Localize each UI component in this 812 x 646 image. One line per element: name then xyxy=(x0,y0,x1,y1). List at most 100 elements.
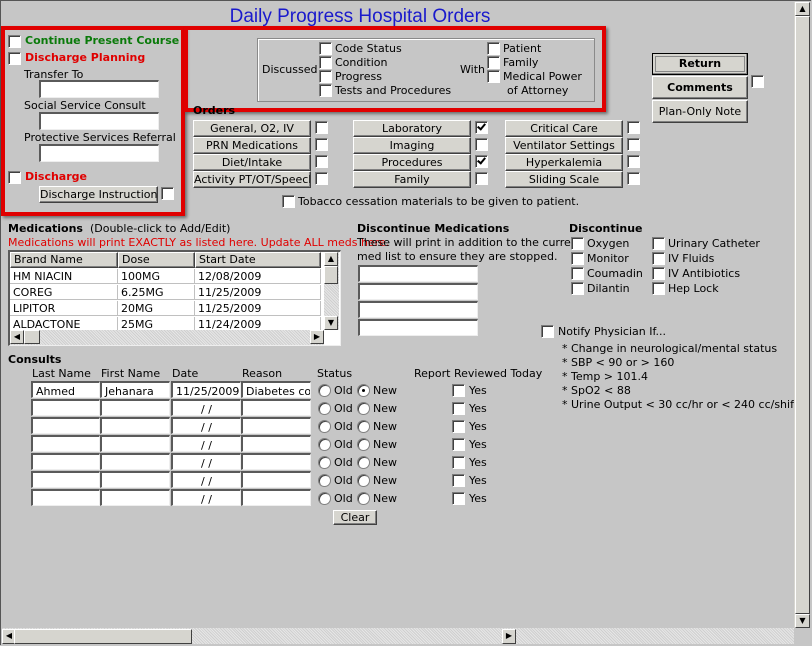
continue-present-course-checkbox[interactable] xyxy=(8,35,21,48)
scroll-down-icon[interactable]: ▼ xyxy=(324,316,338,330)
order-button[interactable]: Diet/Intake xyxy=(193,154,311,171)
order-button[interactable]: Imaging xyxy=(353,137,471,154)
order-checkbox[interactable] xyxy=(315,138,328,151)
consult-status-new-radio[interactable] xyxy=(357,420,370,433)
order-checkbox[interactable] xyxy=(475,121,488,134)
consults-clear-button[interactable]: Clear xyxy=(333,510,377,525)
order-checkbox[interactable] xyxy=(627,138,640,151)
discharge-planning-checkbox[interactable] xyxy=(8,52,21,65)
social-service-consult-input[interactable] xyxy=(39,112,159,130)
medication-cell[interactable]: 6.25MG xyxy=(118,285,195,300)
consult-reviewed-checkbox[interactable] xyxy=(452,402,465,415)
consult-date-input[interactable]: / / xyxy=(171,489,241,506)
discontinue-checkbox[interactable] xyxy=(652,237,665,250)
medications-list[interactable]: Brand Name Dose Start Date HM NIACIN 100MG 1… xyxy=(8,250,341,346)
discontinue-medication-input[interactable] xyxy=(358,301,478,318)
discharge-instructions-button[interactable]: Discharge Instructions xyxy=(39,186,158,203)
discussed-checkbox[interactable] xyxy=(319,42,332,55)
consult-date-input[interactable]: / / xyxy=(171,435,241,452)
order-checkbox[interactable] xyxy=(475,138,488,151)
consult-status-new-radio[interactable] xyxy=(357,492,370,505)
protective-services-referral-input[interactable] xyxy=(39,144,159,162)
consult-reviewed-checkbox[interactable] xyxy=(452,492,465,505)
consult-first-name-input[interactable] xyxy=(100,471,170,488)
order-checkbox[interactable] xyxy=(315,172,328,185)
with-checkbox[interactable] xyxy=(487,56,500,69)
scroll-left-icon[interactable]: ◀ xyxy=(10,330,24,344)
consult-last-name-input[interactable] xyxy=(31,489,100,506)
order-button[interactable]: Ventilator Settings xyxy=(505,137,623,154)
order-checkbox[interactable] xyxy=(627,155,640,168)
discontinue-checkbox[interactable] xyxy=(571,237,584,250)
discontinue-checkbox[interactable] xyxy=(571,282,584,295)
consult-reason-input[interactable] xyxy=(241,489,311,506)
order-checkbox[interactable] xyxy=(315,155,328,168)
order-button[interactable]: PRN Medications xyxy=(193,137,311,154)
consult-status-old-radio[interactable] xyxy=(318,474,331,487)
discontinue-checkbox[interactable] xyxy=(652,252,665,265)
discussed-checkbox[interactable] xyxy=(319,56,332,69)
discontinue-medication-input[interactable] xyxy=(358,319,478,336)
medications-column-header[interactable]: Dose xyxy=(118,252,195,268)
window-horizontal-scrollbar[interactable]: ◀ ▶ xyxy=(2,628,794,644)
consult-last-name-input[interactable] xyxy=(31,453,100,470)
medication-cell[interactable]: COREG xyxy=(10,285,118,300)
notify-physician-checkbox[interactable] xyxy=(541,325,554,338)
consult-reason-input[interactable]: Diabetes con xyxy=(241,381,311,398)
order-button[interactable]: General, O2, IV xyxy=(193,120,311,137)
consult-reason-input[interactable] xyxy=(241,417,311,434)
consult-first-name-input[interactable]: Jehanara xyxy=(100,381,170,398)
consult-reviewed-checkbox[interactable] xyxy=(452,474,465,487)
medication-cell[interactable]: LIPITOR xyxy=(10,301,118,316)
consult-status-old-radio[interactable] xyxy=(318,420,331,433)
scroll-up-icon[interactable]: ▲ xyxy=(324,252,338,266)
medication-cell[interactable]: 100MG xyxy=(118,269,195,284)
consult-reason-input[interactable] xyxy=(241,399,311,416)
consult-reason-input[interactable] xyxy=(241,435,311,452)
consult-status-old-radio[interactable] xyxy=(318,384,331,397)
transfer-to-input[interactable] xyxy=(39,80,159,98)
order-checkbox[interactable] xyxy=(315,121,328,134)
order-button[interactable]: Activity PT/OT/Speech xyxy=(193,171,311,188)
discontinue-checkbox[interactable] xyxy=(652,282,665,295)
order-checkbox[interactable] xyxy=(627,121,640,134)
consult-first-name-input[interactable] xyxy=(100,489,170,506)
window-scroll-right-icon[interactable]: ▶ xyxy=(502,629,516,644)
consult-status-old-radio[interactable] xyxy=(318,456,331,469)
discharge-instructions-checkbox[interactable] xyxy=(161,187,174,200)
consult-reason-input[interactable] xyxy=(241,471,311,488)
with-checkbox[interactable] xyxy=(487,70,500,83)
consult-first-name-input[interactable] xyxy=(100,399,170,416)
window-scroll-hthumb[interactable] xyxy=(14,629,192,644)
medication-cell[interactable]: 11/25/2009 xyxy=(195,301,321,316)
tobacco-checkbox[interactable] xyxy=(282,195,295,208)
consult-reason-input[interactable] xyxy=(241,453,311,470)
consult-status-new-radio[interactable] xyxy=(357,402,370,415)
medication-cell[interactable]: 11/25/2009 xyxy=(195,285,321,300)
order-button[interactable]: Critical Care xyxy=(505,120,623,137)
medication-cell[interactable]: 20MG xyxy=(118,301,195,316)
consult-last-name-input[interactable] xyxy=(31,417,100,434)
consult-date-input[interactable]: / / xyxy=(171,471,241,488)
discontinue-checkbox[interactable] xyxy=(571,252,584,265)
consult-last-name-input[interactable] xyxy=(31,435,100,452)
order-button[interactable]: Procedures xyxy=(353,154,471,171)
order-checkbox[interactable] xyxy=(627,172,640,185)
medication-cell[interactable]: 12/08/2009 xyxy=(195,269,321,284)
order-checkbox[interactable] xyxy=(475,155,488,168)
comments-checkbox[interactable] xyxy=(751,75,764,88)
window-scroll-down-icon[interactable]: ▼ xyxy=(795,614,810,628)
consult-first-name-input[interactable] xyxy=(100,417,170,434)
discussed-checkbox[interactable] xyxy=(319,70,332,83)
window-scroll-thumb[interactable] xyxy=(795,16,810,614)
medications-column-header[interactable]: Start Date xyxy=(195,252,321,268)
consult-status-new-radio[interactable] xyxy=(357,438,370,451)
order-button[interactable]: Sliding Scale xyxy=(505,171,623,188)
consult-reviewed-checkbox[interactable] xyxy=(452,420,465,433)
order-button[interactable]: Family xyxy=(353,171,471,188)
scroll-thumb[interactable] xyxy=(324,266,338,284)
consult-date-input[interactable]: / / xyxy=(171,453,241,470)
scroll-right-icon[interactable]: ▶ xyxy=(310,330,324,344)
consult-status-new-radio[interactable] xyxy=(357,384,370,397)
consult-date-input[interactable]: 11/25/2009 xyxy=(171,381,241,398)
